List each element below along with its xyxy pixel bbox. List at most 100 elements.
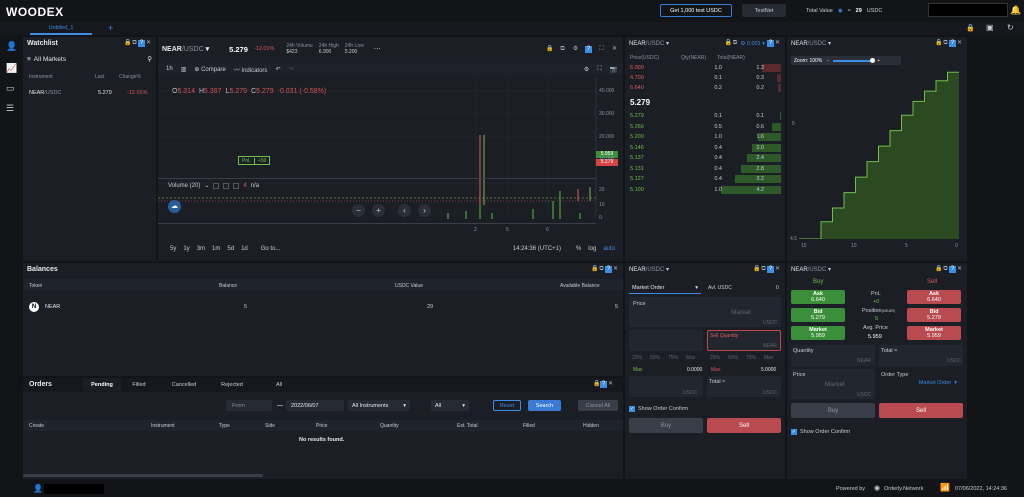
- price-input[interactable]: [629, 297, 781, 327]
- orders-col-4[interactable]: Price: [316, 423, 327, 429]
- add-layout-icon[interactable]: +: [108, 23, 113, 33]
- chart-icon[interactable]: 📈: [6, 63, 17, 74]
- buy-percent-1[interactable]: 50%: [650, 355, 660, 361]
- bal-col-available[interactable]: Available Balance: [560, 283, 600, 289]
- logo[interactable]: WOODEX: [6, 5, 64, 19]
- range-1y[interactable]: 1y: [183, 246, 189, 252]
- orderly-network-link[interactable]: Orderly.Network: [884, 486, 923, 492]
- bid-row[interactable]: 5.131 0.4 2.8: [630, 165, 780, 173]
- search-button[interactable]: Search: [528, 400, 561, 411]
- sell-percent-0[interactable]: 25%: [710, 355, 720, 361]
- orders-col-6[interactable]: Est. Total: [457, 423, 477, 429]
- copy-icon[interactable]: ⧉: [731, 40, 738, 47]
- help-icon[interactable]: ?: [949, 40, 956, 47]
- log-scale-button[interactable]: log: [588, 246, 596, 252]
- scroll-left-button[interactable]: ‹: [398, 204, 411, 217]
- table-row[interactable]: NEAR /USDC 5.279 -12.01%: [29, 90, 153, 96]
- buy-button[interactable]: Buy: [629, 418, 703, 433]
- checkbox-checked-icon[interactable]: ✓: [629, 406, 635, 412]
- bid-row[interactable]: 5.279 0.1 0.1: [630, 112, 780, 120]
- orders-tab-pending[interactable]: Pending: [83, 378, 121, 391]
- orders-tab-cancelled[interactable]: Cancelled: [163, 378, 205, 391]
- orders-scrollbar[interactable]: [23, 474, 263, 477]
- zoom-slider[interactable]: [833, 57, 876, 63]
- sell-tab[interactable]: Sell: [927, 279, 937, 285]
- buy-percent-3[interactable]: Max: [686, 355, 695, 361]
- compare-button[interactable]: ⊕ Compare: [194, 66, 225, 73]
- more-icon[interactable]: ⋯: [374, 45, 381, 53]
- search-list-icon[interactable]: ☰: [6, 103, 14, 114]
- help-icon[interactable]: ?: [605, 266, 612, 273]
- orders-col-0[interactable]: Create: [29, 423, 44, 429]
- undo-icon[interactable]: ↶: [275, 66, 280, 73]
- sell-ask-button[interactable]: Ask 6.640: [907, 290, 961, 304]
- depth-chart[interactable]: [799, 67, 959, 239]
- footer-account[interactable]: [44, 484, 104, 494]
- quick-order-type-select[interactable]: Market Order ▾: [881, 380, 957, 386]
- buy-bid-button[interactable]: Bid 5.279: [791, 308, 845, 322]
- close-icon[interactable]: ✕: [774, 266, 781, 273]
- show-order-confirm[interactable]: ✓ Show Order Confirm: [629, 406, 688, 412]
- bal-col-balance[interactable]: Balance: [219, 283, 237, 289]
- bal-col-value[interactable]: USDC Value: [395, 283, 423, 289]
- watchlist-col-last[interactable]: Last: [95, 74, 104, 80]
- layout-toggle-icon[interactable]: ▣: [986, 23, 994, 32]
- zoom-in-button[interactable]: +: [372, 204, 385, 217]
- layout-tab-untitled[interactable]: Untitled_1: [30, 22, 92, 35]
- redo-icon[interactable]: ↷: [288, 66, 293, 73]
- bid-row[interactable]: 5.127 0.4 3.2: [630, 175, 780, 183]
- bid-row[interactable]: 5.146 0.4 2.0: [630, 144, 780, 152]
- orders-col-2[interactable]: Type: [219, 423, 230, 429]
- checkbox-checked-icon[interactable]: ✓: [791, 429, 797, 435]
- watchlist-col-instrument[interactable]: Instrument: [29, 74, 53, 80]
- orders-tab-rejected[interactable]: Rejected: [211, 378, 253, 391]
- copy-icon[interactable]: ⧉: [760, 266, 767, 273]
- from-date-input[interactable]: From: [226, 400, 272, 411]
- ask-row[interactable]: 6.640 0.2 0.2: [630, 84, 780, 92]
- ask-row[interactable]: 4.700 0.1 0.3: [630, 74, 780, 82]
- order-form-symbol[interactable]: NEAR/USDC ▾: [629, 266, 669, 273]
- range-5d[interactable]: 5d: [227, 246, 234, 252]
- bid-row[interactable]: 5.266 0.5 0.6: [630, 123, 780, 131]
- quick-show-order-confirm[interactable]: ✓ Show Order Confirm: [791, 429, 850, 435]
- orders-tab-filled[interactable]: Filled: [118, 378, 160, 391]
- lock-icon[interactable]: 🔒: [753, 266, 760, 273]
- bid-row[interactable]: 5.100 1.0 4.2: [630, 186, 780, 194]
- zoom-in-icon[interactable]: +: [877, 58, 880, 64]
- chart-symbol[interactable]: NEAR/USDC ▾: [162, 45, 209, 53]
- lock-icon[interactable]: 🔒: [593, 381, 600, 388]
- wallet-icon[interactable]: ▭: [6, 83, 15, 94]
- sell-percent-3[interactable]: Max: [764, 355, 773, 361]
- lock-icon[interactable]: 🔒: [935, 40, 942, 47]
- refresh-icon[interactable]: ↻: [1007, 23, 1014, 32]
- sell-percent-1[interactable]: 50%: [728, 355, 738, 361]
- help-icon[interactable]: ?: [767, 266, 774, 273]
- copy-icon[interactable]: ⧉: [559, 46, 566, 53]
- chart-settings-icon[interactable]: ⚙: [584, 66, 589, 73]
- scroll-right-button[interactable]: ›: [418, 204, 431, 217]
- percent-scale-button[interactable]: %: [576, 246, 581, 252]
- copy-icon[interactable]: ⧉: [598, 266, 605, 273]
- lock-icon[interactable]: 🔒: [935, 266, 942, 273]
- lock-icon[interactable]: 🔒: [724, 40, 731, 47]
- orders-col-1[interactable]: Instrument: [151, 423, 175, 429]
- fullscreen-icon[interactable]: ⛶: [598, 46, 605, 53]
- range-1m[interactable]: 1m: [212, 246, 220, 252]
- help-icon[interactable]: ?: [138, 40, 145, 47]
- buy-percent-2[interactable]: 75%: [668, 355, 678, 361]
- camera-icon[interactable]: 📷: [610, 66, 617, 73]
- help-icon[interactable]: ?: [600, 381, 607, 388]
- close-icon[interactable]: ✕: [607, 381, 614, 388]
- sell-button[interactable]: Sell: [707, 418, 781, 433]
- indicators-button[interactable]: 〰 Indicators: [234, 65, 268, 74]
- tick-size-select[interactable]: ⚙ 0.001 ▾: [740, 41, 765, 47]
- copy-icon[interactable]: ⧉: [942, 266, 949, 273]
- eye-icon[interactable]: ◉: [838, 8, 843, 14]
- close-icon[interactable]: ✕: [145, 40, 152, 47]
- cloud-icon[interactable]: ☁: [168, 200, 181, 213]
- lock-icon[interactable]: 🔒: [546, 46, 553, 53]
- quick-buy-button[interactable]: Buy: [791, 403, 875, 418]
- orders-col-3[interactable]: Side: [265, 423, 275, 429]
- buy-percent-0[interactable]: 25%: [632, 355, 642, 361]
- range-1d[interactable]: 1d: [241, 246, 248, 252]
